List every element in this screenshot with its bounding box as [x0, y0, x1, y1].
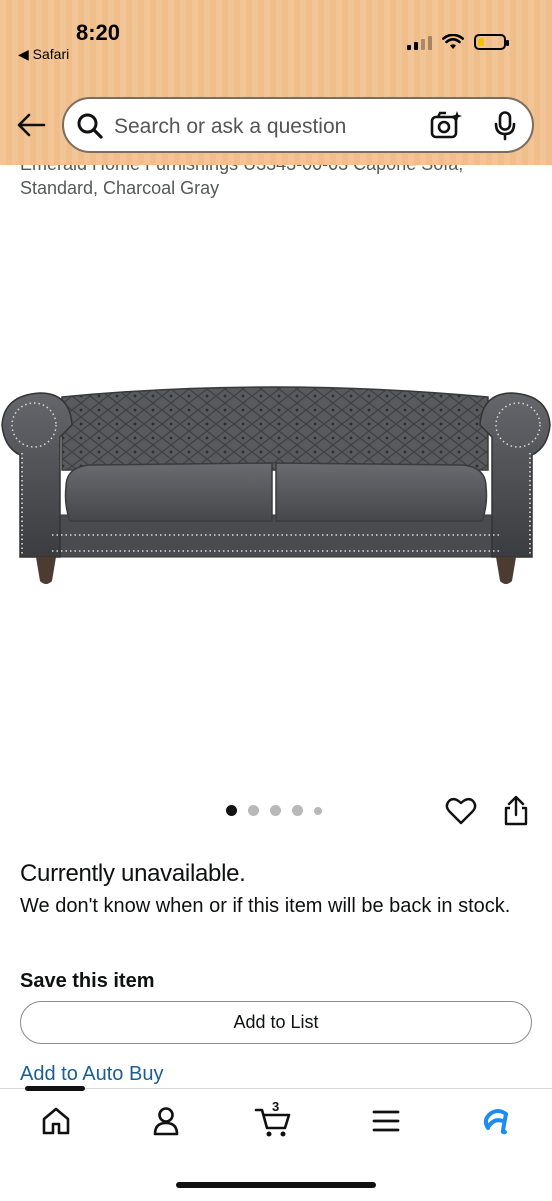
home-icon: [42, 1107, 70, 1135]
menu-icon: [372, 1110, 400, 1132]
wifi-icon: [442, 34, 464, 49]
back-to-safari-link[interactable]: ◀ Safari: [18, 46, 69, 63]
rufus-icon: [483, 1109, 508, 1135]
tab-account[interactable]: [146, 1103, 186, 1139]
status-time: 8:20: [76, 20, 121, 45]
add-to-list-button[interactable]: Add to List: [20, 1001, 532, 1044]
camera-search-icon[interactable]: [430, 110, 462, 140]
pager-dot-active[interactable]: [226, 805, 237, 816]
share-icon[interactable]: [502, 795, 530, 827]
pager-dot[interactable]: [314, 806, 322, 815]
availability-message: We don't know when or if this item will …: [20, 895, 511, 917]
pager-dot[interactable]: [292, 805, 303, 816]
status-icons: [407, 34, 509, 50]
account-icon: [153, 1107, 179, 1136]
availability-status: Currently unavailable.: [20, 860, 246, 887]
tab-active-indicator: [25, 1086, 85, 1091]
app-header: 8:20 ◀ Safari Search or ask a question: [0, 0, 552, 165]
search-input[interactable]: Search or ask a question: [114, 115, 346, 139]
back-arrow-icon[interactable]: [14, 110, 48, 140]
add-to-auto-buy-link[interactable]: Add to Auto Buy: [20, 1063, 163, 1086]
pager-dot[interactable]: [270, 805, 281, 816]
cart-count-badge: 3: [272, 1099, 280, 1114]
microphone-icon[interactable]: [494, 111, 516, 141]
image-pager[interactable]: [226, 805, 322, 816]
search-icon: [77, 113, 103, 139]
battery-icon: [474, 34, 509, 50]
product-image[interactable]: [0, 375, 552, 595]
tab-cart[interactable]: 3: [254, 1099, 294, 1139]
signal-icon: [407, 34, 432, 50]
tab-rufus[interactable]: [476, 1103, 516, 1139]
search-bar[interactable]: Search or ask a question: [62, 97, 534, 153]
tab-home[interactable]: [36, 1103, 76, 1139]
pager-dot[interactable]: [248, 805, 259, 816]
heart-icon[interactable]: [445, 796, 477, 826]
home-indicator: [176, 1182, 376, 1188]
back-app-label: Safari: [32, 46, 70, 62]
tab-menu[interactable]: [366, 1103, 406, 1139]
save-item-heading: Save this item: [20, 970, 155, 992]
